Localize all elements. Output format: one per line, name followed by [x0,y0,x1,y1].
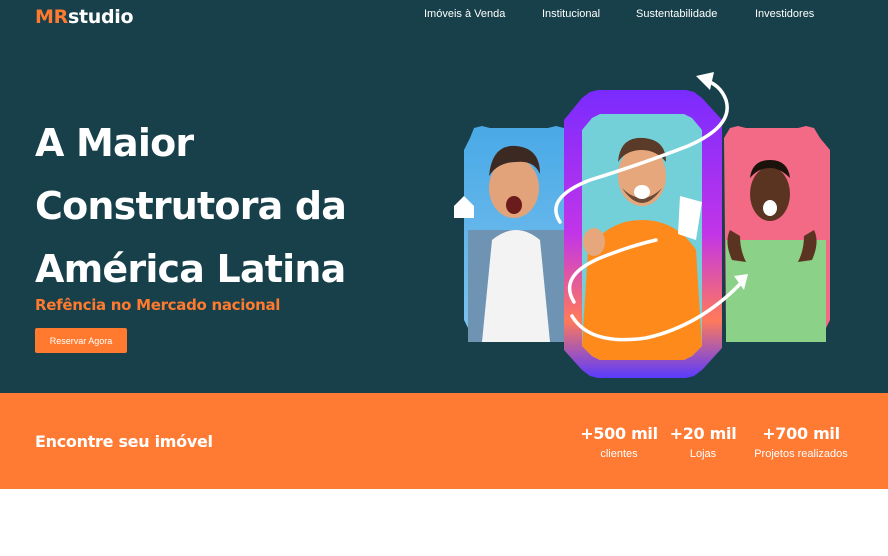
headline-line-3: América Latina [35,247,346,291]
reserve-button[interactable]: Reservar Agora [35,328,127,353]
stat-projects: +700 mil Projetos realizados [746,424,856,460]
stat-stores: +20 mil Lojas [665,424,741,460]
headline-line-2: Construtora da [35,184,347,228]
person-card-center[interactable] [564,90,722,378]
headline-line-1: A Maior [35,121,194,165]
person-card-right [724,126,830,342]
main-nav: Imóveis à Venda Institucional Sustentabi… [0,8,888,24]
stat-label: Projetos realizados [754,448,848,460]
stat-label: clientes [600,448,638,460]
stat-value: +500 mil [580,424,658,443]
hero-section: MRstudio Imóveis à Venda Institucional S… [0,0,888,393]
hero-illustration [454,72,830,378]
hero-subtitle: Refência no Mercado nacional [35,296,281,314]
person-card-left [454,126,568,342]
stat-value: +20 mil [669,424,737,443]
hero-headline: A Maior Construtora da América Latina [35,112,415,301]
stat-clients: +500 mil clientes [577,424,661,460]
nav-item-institucional[interactable]: Institucional [542,8,600,20]
arrow-head-top-icon [696,72,714,90]
stat-value: +700 mil [762,424,840,443]
nav-item-investidores[interactable]: Investidores [755,8,814,20]
nav-item-imoveis[interactable]: Imóveis à Venda [424,8,505,20]
find-property-link[interactable]: Encontre seu imóvel [35,432,213,451]
stat-label: Lojas [689,448,717,460]
nav-item-sustentabilidade[interactable]: Sustentabilidade [636,8,717,20]
